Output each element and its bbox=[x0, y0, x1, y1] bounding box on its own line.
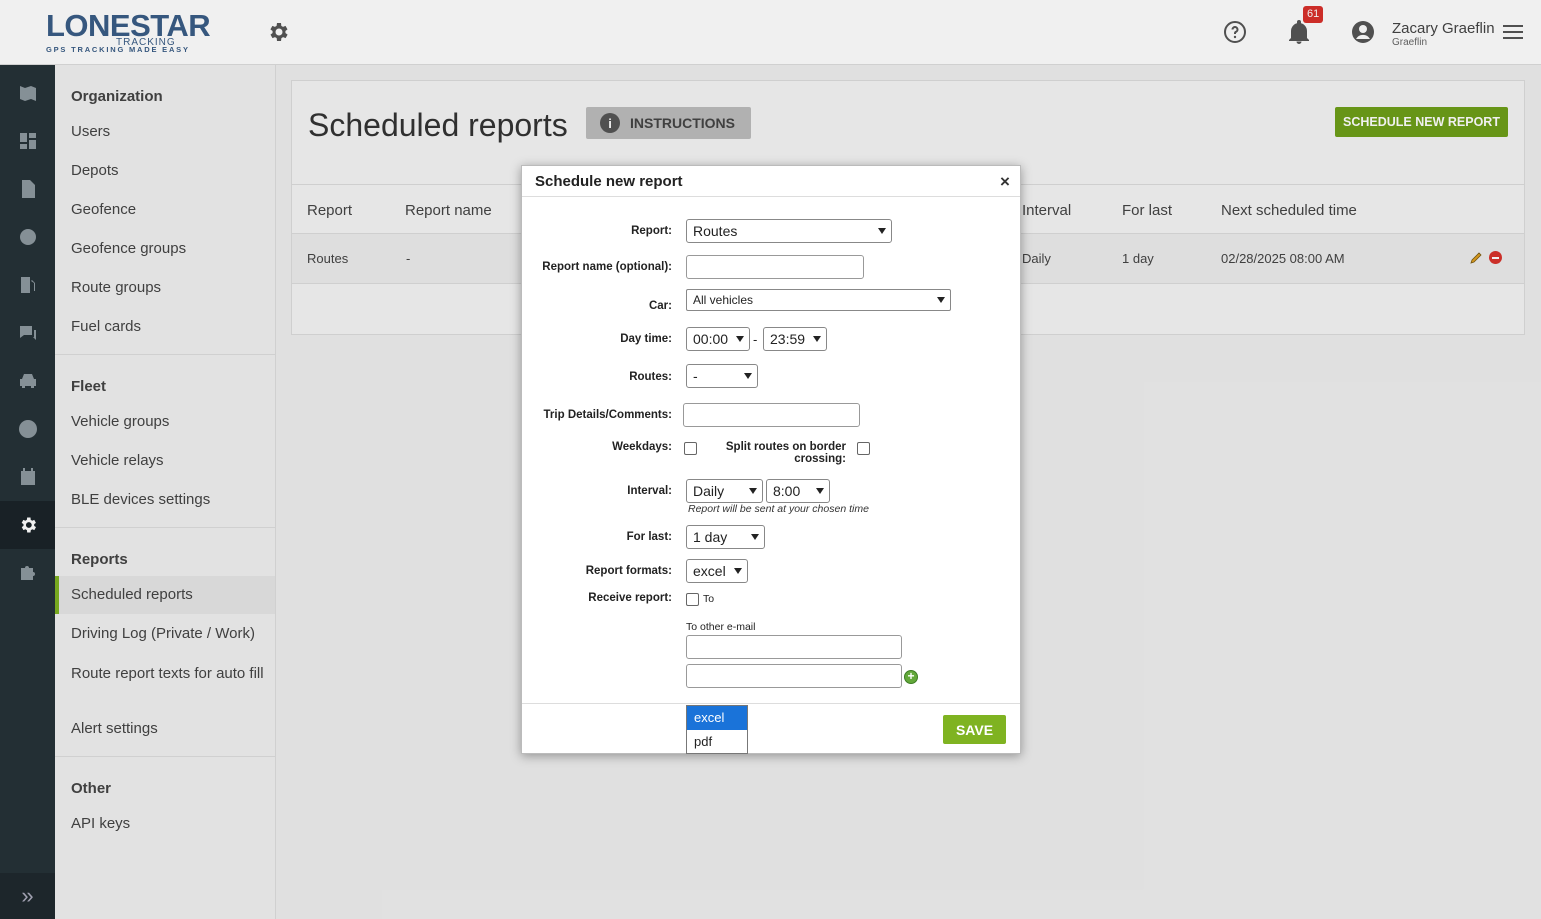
chevron-down-icon bbox=[751, 534, 759, 540]
other-email-label: To other e-mail bbox=[686, 621, 756, 633]
report-name-label: Report name (optional): bbox=[542, 261, 672, 273]
receive-to-checkbox[interactable] bbox=[686, 593, 699, 606]
schedule-report-dialog: Schedule new report × Report: Routes Rep… bbox=[521, 165, 1021, 754]
routes-label: Routes: bbox=[629, 371, 672, 383]
daytime-to-select[interactable]: 23:59 bbox=[763, 327, 827, 351]
trip-details-input[interactable] bbox=[683, 403, 860, 427]
weekdays-label: Weekdays: bbox=[612, 441, 672, 453]
chevron-down-icon bbox=[736, 336, 744, 342]
interval-label: Interval: bbox=[627, 485, 672, 497]
chevron-down-icon bbox=[878, 228, 886, 234]
interval-select-value: Daily bbox=[693, 483, 725, 499]
daytime-from-select[interactable]: 00:00 bbox=[686, 327, 750, 351]
close-icon[interactable]: × bbox=[1000, 172, 1010, 192]
daytime-to-value: 23:59 bbox=[770, 331, 806, 347]
car-label: Car: bbox=[648, 300, 672, 312]
split-routes-checkbox[interactable] bbox=[857, 442, 870, 455]
car-select-value: All vehicles bbox=[693, 293, 754, 307]
report-formats-select[interactable]: excel bbox=[686, 559, 748, 583]
interval-time-value: 8:00 bbox=[773, 483, 801, 499]
dialog-title: Schedule new report bbox=[535, 173, 683, 190]
chevron-down-icon bbox=[744, 373, 752, 379]
add-email-icon[interactable]: + bbox=[904, 670, 918, 684]
split-routes-label: Split routes on border crossing: bbox=[725, 441, 846, 465]
chevron-down-icon bbox=[749, 488, 757, 494]
format-option-pdf[interactable]: pdf bbox=[687, 730, 747, 754]
routes-select[interactable]: - bbox=[686, 364, 758, 388]
receive-report-label: Receive report: bbox=[588, 592, 672, 604]
receive-to-label: To bbox=[703, 593, 715, 605]
report-formats-dropdown: excel pdf bbox=[686, 705, 748, 754]
report-formats-label: Report formats: bbox=[585, 565, 672, 577]
interval-select[interactable]: Daily bbox=[686, 479, 763, 503]
interval-time-select[interactable]: 8:00 bbox=[766, 479, 830, 503]
daytime-separator: - bbox=[753, 332, 758, 347]
chevron-down-icon bbox=[816, 488, 824, 494]
chevron-down-icon bbox=[937, 297, 945, 303]
daytime-from-value: 00:00 bbox=[693, 331, 729, 347]
daytime-label: Day time: bbox=[620, 333, 672, 345]
chevron-down-icon bbox=[734, 568, 742, 574]
for-last-label: For last: bbox=[626, 531, 672, 543]
weekdays-checkbox[interactable] bbox=[684, 442, 697, 455]
car-select[interactable]: All vehicles bbox=[686, 289, 951, 311]
other-email-input-2[interactable] bbox=[686, 664, 902, 688]
format-option-excel[interactable]: excel bbox=[687, 706, 747, 730]
for-last-value: 1 day bbox=[693, 529, 728, 545]
report-select-value: Routes bbox=[693, 223, 738, 239]
save-button[interactable]: SAVE bbox=[943, 715, 1006, 744]
for-last-select[interactable]: 1 day bbox=[686, 525, 765, 549]
trip-details-label: Trip Details/Comments: bbox=[543, 409, 672, 421]
report-select[interactable]: Routes bbox=[686, 219, 892, 243]
dialog-footer-divider bbox=[522, 703, 1020, 704]
report-formats-value: excel bbox=[693, 563, 726, 579]
chevron-down-icon bbox=[813, 336, 821, 342]
routes-select-value: - bbox=[693, 368, 698, 384]
dialog-header: Schedule new report × bbox=[522, 166, 1020, 197]
report-label: Report: bbox=[631, 225, 672, 237]
other-email-input-1[interactable] bbox=[686, 635, 902, 659]
report-name-input[interactable] bbox=[686, 255, 864, 279]
interval-hint: Report will be sent at your chosen time bbox=[688, 503, 869, 515]
